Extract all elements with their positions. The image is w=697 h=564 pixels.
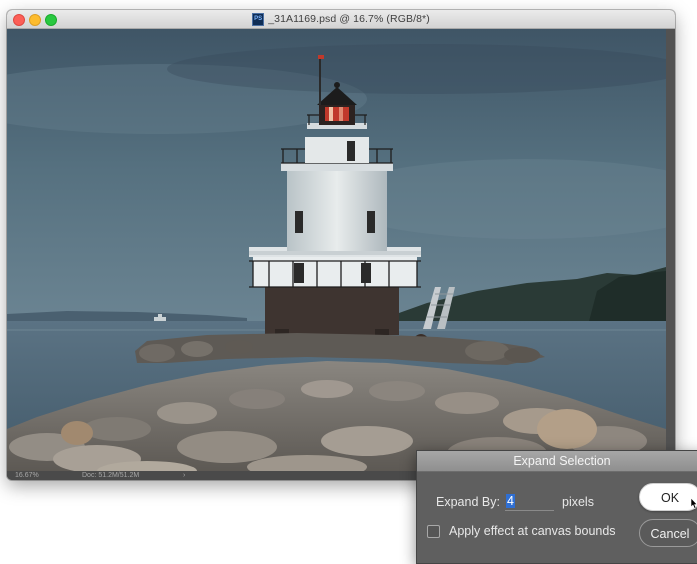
status-menu-arrow-icon[interactable]: › (183, 471, 185, 480)
mouse-cursor-icon (691, 498, 697, 509)
expand-by-input[interactable]: 4 (505, 493, 554, 511)
doc-size-text: Doc: 51.2M/51.2M (82, 472, 140, 479)
vertical-scrollbar[interactable] (666, 29, 675, 471)
expand-selection-dialog: Expand Selection Expand By: 4 pixels App… (416, 450, 697, 564)
canvas-bounds-label[interactable]: Apply effect at canvas bounds (449, 524, 616, 538)
document-title: _31A1169.psd @ 16.7% (RGB/8*) (268, 13, 430, 25)
cancel-button[interactable]: Cancel (639, 519, 697, 547)
canvas-bounds-checkbox[interactable] (427, 525, 440, 538)
document-window: PS _31A1169.psd @ 16.7% (RGB/8*) 16.67% … (7, 10, 675, 480)
dialog-title: Expand Selection (417, 451, 697, 472)
image-canvas[interactable] (7, 29, 666, 471)
psd-file-icon: PS (252, 12, 265, 26)
title-bar[interactable]: PS _31A1169.psd @ 16.7% (RGB/8*) (7, 10, 675, 29)
ok-button[interactable]: OK (639, 483, 697, 511)
expand-by-value[interactable]: 4 (506, 494, 515, 508)
expand-by-label: Expand By: (436, 495, 500, 509)
units-label: pixels (562, 495, 594, 509)
title-group: PS _31A1169.psd @ 16.7% (RGB/8*) (7, 10, 675, 28)
zoom-level-text[interactable]: 16.67% (15, 471, 39, 480)
lighthouse-photo (7, 29, 666, 471)
